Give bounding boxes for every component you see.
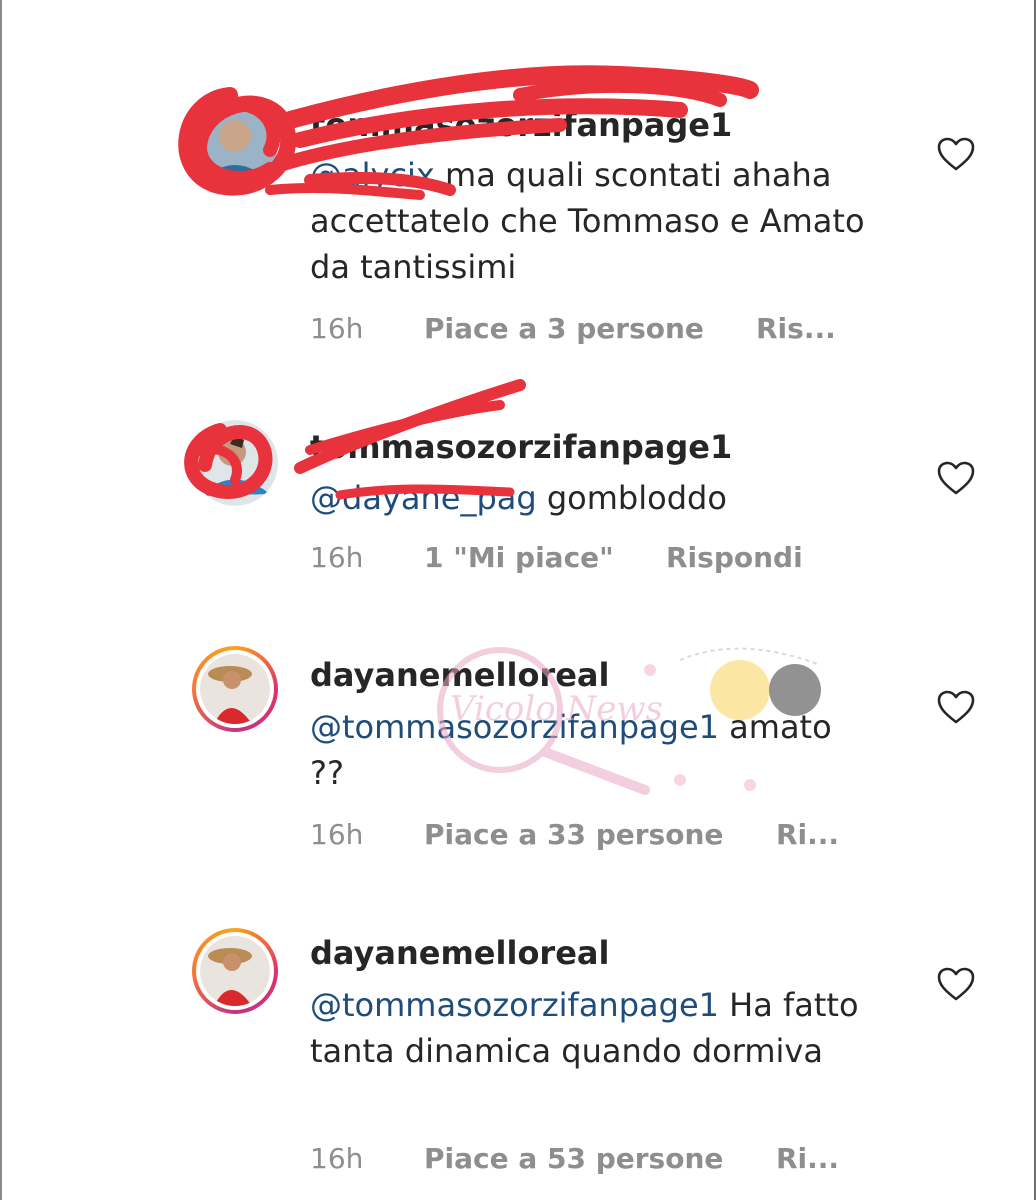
comment-username[interactable]: dayanemelloreal xyxy=(310,934,609,972)
mention-link[interactable]: @dayane_pag xyxy=(310,479,537,517)
comment-text: @tommasozorzifanpage1 Ha fatto tanta din… xyxy=(310,986,859,1070)
likes-count[interactable]: Piace a 53 persone xyxy=(424,1142,723,1175)
avatar xyxy=(200,654,270,724)
comment-text: @tommasozorzifanpage1 amato ?? xyxy=(310,708,832,792)
heart-outline-icon[interactable] xyxy=(936,689,976,725)
mention-link[interactable]: @tommasozorzifanpage1 xyxy=(310,708,719,746)
avatar[interactable] xyxy=(192,100,278,186)
comment-time: 16h xyxy=(310,541,364,574)
comment-time: 16h xyxy=(310,818,364,851)
reply-button[interactable]: Rispondi xyxy=(666,541,803,574)
comment-username[interactable]: tommasozorzifanpage1 xyxy=(310,106,732,144)
reply-button[interactable]: Ri... xyxy=(776,1142,839,1175)
mention-link[interactable]: @alycix xyxy=(310,156,435,194)
left-screen-edge xyxy=(0,0,2,1200)
comment-text: @alycix ma quali scontati ahaha accettat… xyxy=(310,156,865,286)
comment-text: @dayane_pag gombloddo xyxy=(310,479,727,517)
likes-count[interactable]: 1 "Mi piace" xyxy=(424,541,614,574)
reply-button[interactable]: Ris... xyxy=(756,312,836,345)
heart-outline-icon[interactable] xyxy=(936,136,976,172)
reply-button[interactable]: Ri... xyxy=(776,818,839,851)
comment-time: 16h xyxy=(310,1142,364,1175)
comment-username[interactable]: tommasozorzifanpage1 xyxy=(310,428,732,466)
avatar-story-ring[interactable] xyxy=(192,646,278,732)
heart-outline-icon[interactable] xyxy=(936,460,976,496)
likes-count[interactable]: Piace a 33 persone xyxy=(424,818,723,851)
heart-outline-icon[interactable] xyxy=(936,966,976,1002)
comment-time: 16h xyxy=(310,312,364,345)
likes-count[interactable]: Piace a 3 persone xyxy=(424,312,704,345)
comment-username[interactable]: dayanemelloreal xyxy=(310,656,609,694)
avatar xyxy=(200,936,270,1006)
avatar-story-ring[interactable] xyxy=(192,928,278,1014)
avatar[interactable] xyxy=(192,420,278,506)
mention-link[interactable]: @tommasozorzifanpage1 xyxy=(310,986,719,1024)
